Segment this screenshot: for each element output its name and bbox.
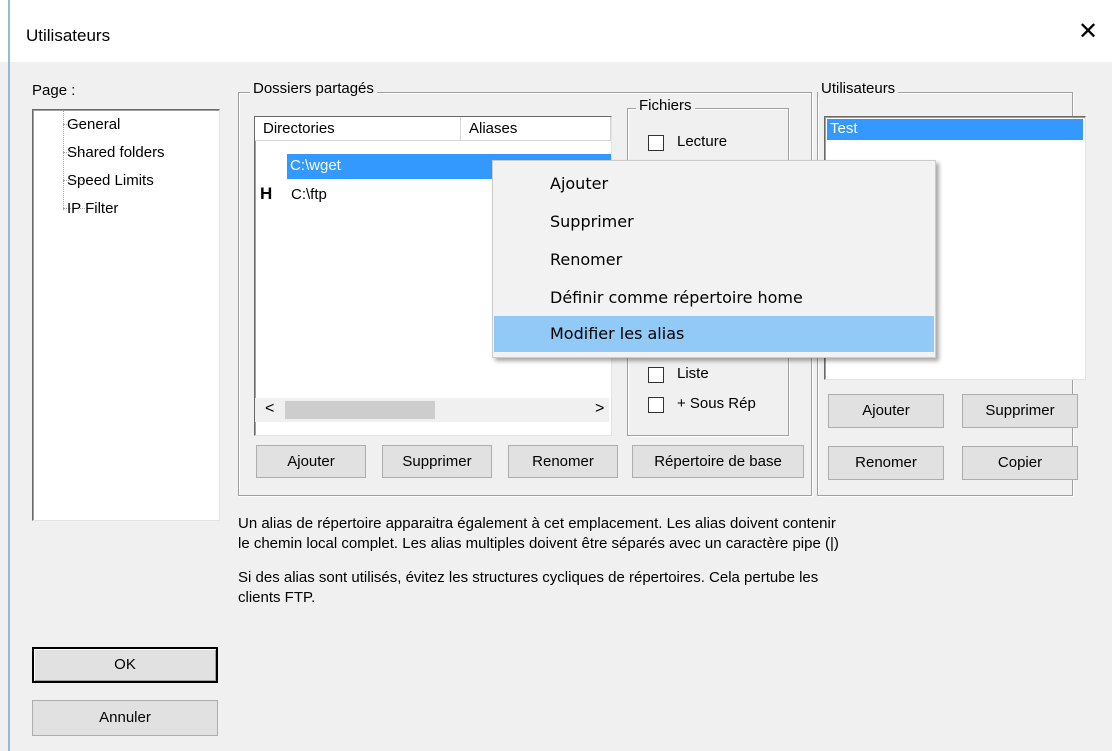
alias-info-line2: le chemin local complet. Les alias multi…: [238, 535, 839, 552]
home-marker: H: [260, 184, 273, 203]
tree-item-ip-filter[interactable]: IP Filter: [67, 200, 118, 217]
window-title: Utilisateurs: [26, 26, 111, 45]
menu-item-rename[interactable]: Renomer: [494, 242, 934, 278]
sous-rep-checkbox[interactable]: [648, 397, 664, 413]
lecture-checkbox[interactable]: [648, 135, 664, 151]
user-rename-button[interactable]: Renomer: [828, 446, 944, 480]
liste-label: Liste: [677, 365, 709, 382]
cancel-button[interactable]: Annuler: [32, 700, 218, 736]
liste-checkbox[interactable]: [648, 367, 664, 383]
shared-folders-legend: Dossiers partagés: [250, 80, 377, 97]
fichiers-legend: Fichiers: [636, 97, 695, 114]
menu-item-edit-aliases[interactable]: Modifier les alias: [494, 316, 934, 352]
close-icon[interactable]: ✕: [1078, 17, 1098, 46]
lecture-label: Lecture: [677, 133, 728, 150]
shared-add-button[interactable]: Ajouter: [256, 445, 366, 478]
tree-item-shared-folders[interactable]: Shared folders: [67, 144, 165, 161]
base-directory-button[interactable]: Répertoire de base: [632, 445, 804, 478]
menu-item-set-home[interactable]: Définir comme répertoire home: [494, 280, 934, 316]
user-row[interactable]: Test: [827, 119, 1083, 140]
shared-delete-button[interactable]: Supprimer: [382, 445, 492, 478]
directory-path: C:\ftp: [291, 186, 327, 203]
ok-button[interactable]: OK: [32, 647, 218, 683]
alias-warning-line2: clients FTP.: [238, 589, 316, 606]
users-legend: Utilisateurs: [818, 80, 899, 97]
alias-info-line1: Un alias de répertoire apparaitra égalem…: [238, 515, 836, 532]
menu-item-delete[interactable]: Supprimer: [494, 204, 934, 240]
column-aliases[interactable]: Aliases: [461, 117, 611, 141]
context-menu: Ajouter Supprimer Renomer Définir comme …: [492, 160, 936, 358]
user-delete-button[interactable]: Supprimer: [962, 394, 1078, 428]
alias-warning-line1: Si des alias sont utilisés, évitez les s…: [238, 569, 819, 586]
user-copy-button[interactable]: Copier: [962, 446, 1078, 480]
window-edge: [8, 0, 10, 751]
horizontal-scrollbar[interactable]: < >: [255, 398, 609, 422]
scroll-left-icon[interactable]: <: [265, 400, 274, 418]
page-tree[interactable]: General Shared folders Speed Limits IP F…: [32, 109, 220, 521]
page-label: Page :: [32, 82, 76, 99]
scroll-right-icon[interactable]: >: [595, 400, 604, 418]
user-add-button[interactable]: Ajouter: [828, 394, 944, 428]
scroll-thumb[interactable]: [285, 401, 435, 419]
column-directories[interactable]: Directories: [255, 117, 461, 141]
user-name: Test: [830, 120, 858, 137]
menu-item-add[interactable]: Ajouter: [494, 166, 934, 202]
shared-rename-button[interactable]: Renomer: [508, 445, 618, 478]
tree-item-speed-limits[interactable]: Speed Limits: [67, 172, 154, 189]
sous-rep-label: + Sous Rép: [677, 395, 756, 412]
title-bar: [0, 0, 1112, 62]
directory-path: C:\wget: [290, 157, 341, 174]
tree-item-general[interactable]: General: [67, 116, 120, 133]
